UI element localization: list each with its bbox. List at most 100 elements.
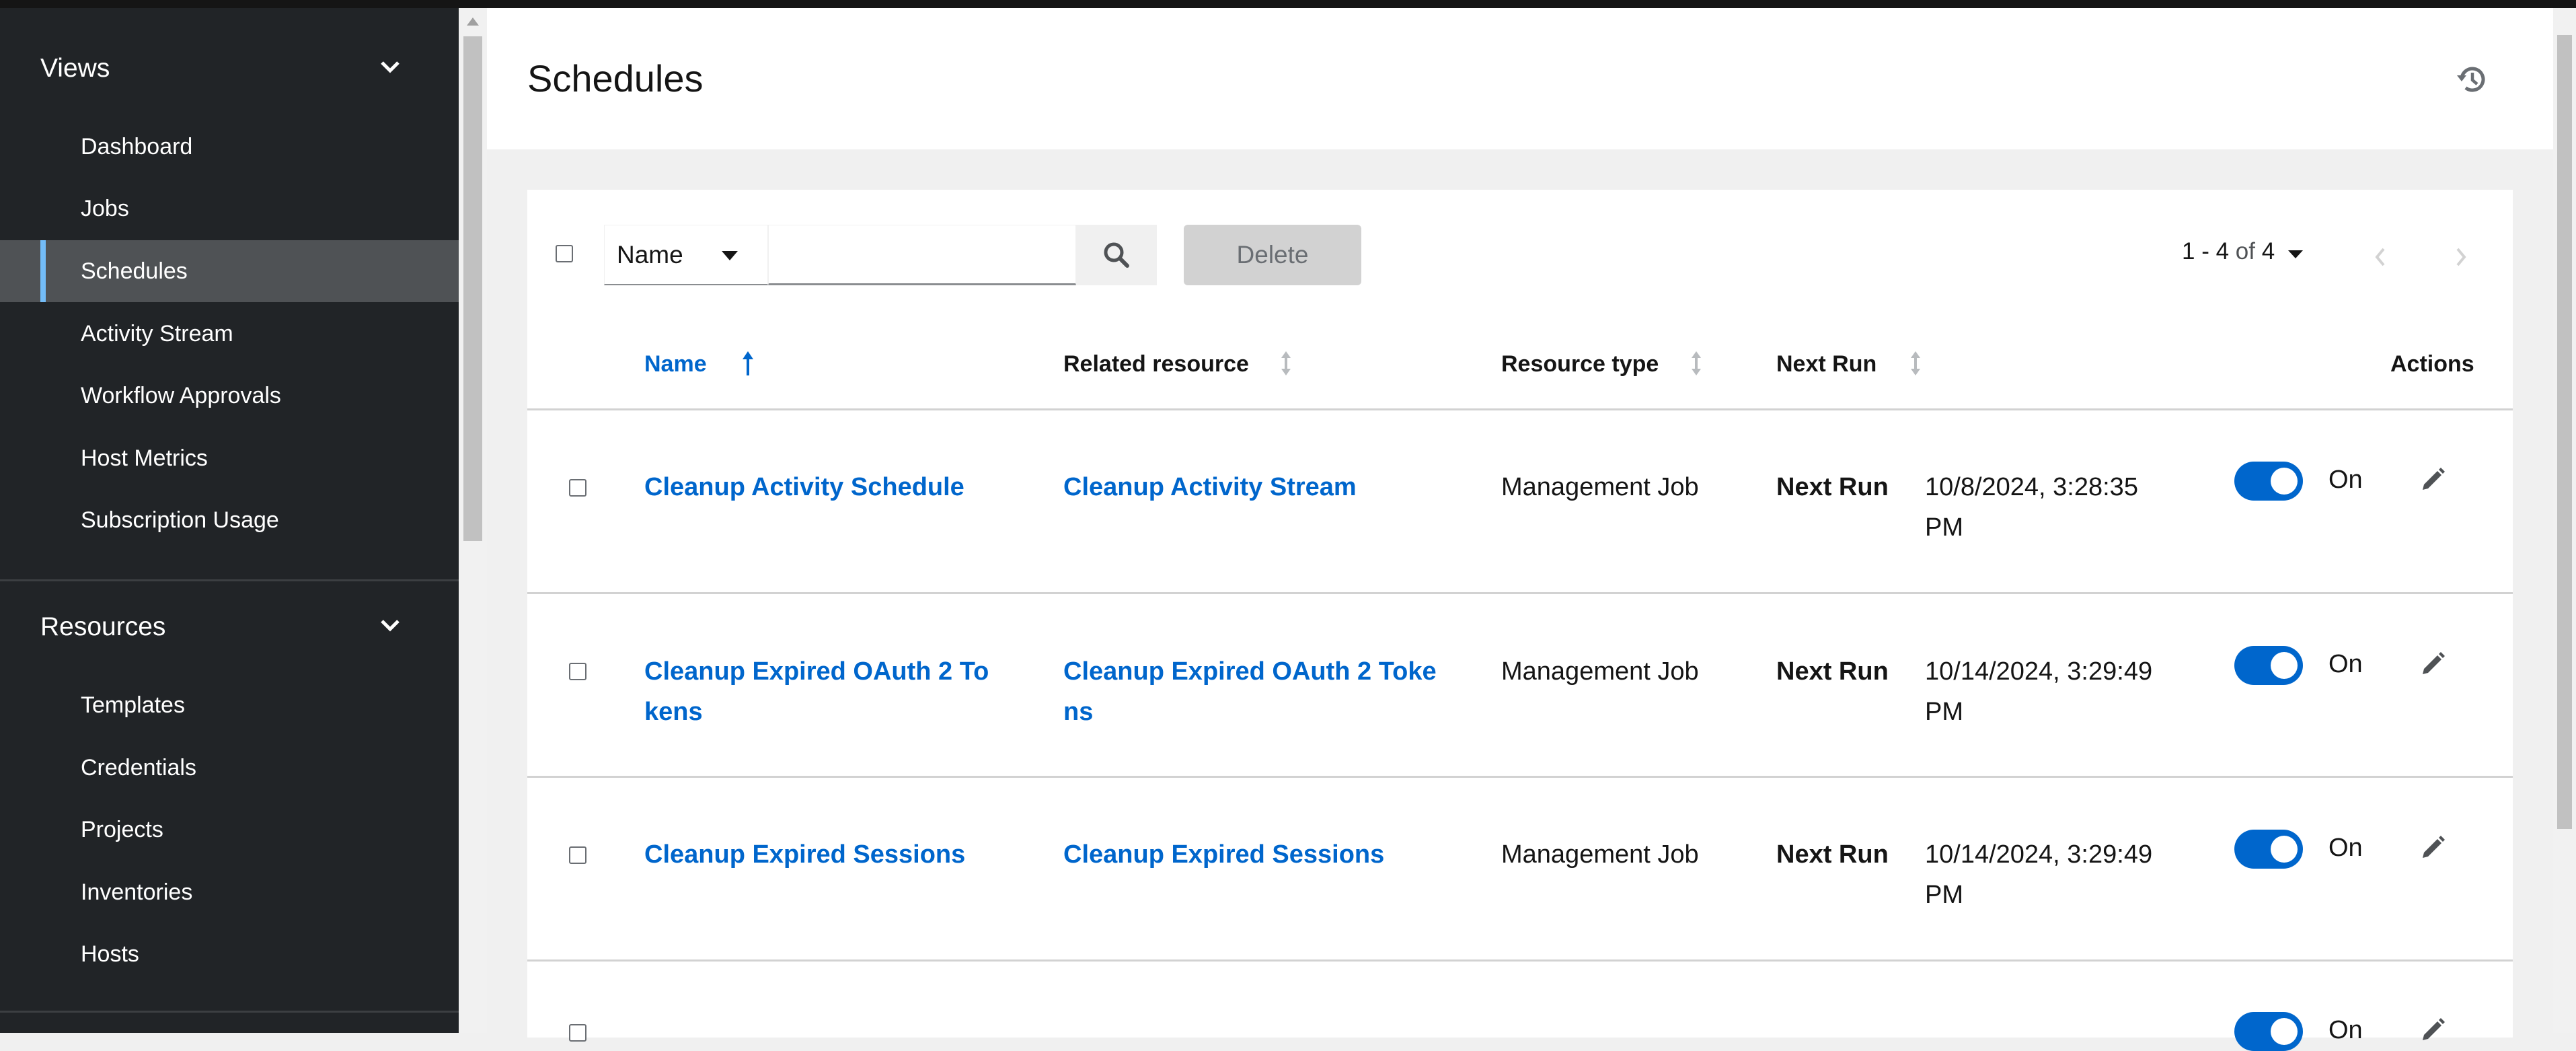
chevron-right-icon[interactable] <box>2451 244 2471 270</box>
pagination-range: 1 - 4 <box>2182 238 2230 264</box>
scrollbar-thumb[interactable] <box>463 36 482 541</box>
schedule-toggle[interactable] <box>2234 830 2303 869</box>
page-header: Schedules <box>487 8 2553 149</box>
page-title: Schedules <box>527 57 704 100</box>
pagination-total: 4 <box>2261 238 2275 264</box>
column-header-resource-type[interactable]: Resource type <box>1501 351 1659 377</box>
schedule-name-link[interactable]: Cleanup Activity Schedule <box>644 467 964 507</box>
related-resource-link[interactable]: Cleanup Expired OAuth 2 Toke <box>1063 651 1437 692</box>
sidebar-item-label: Credentials <box>81 754 196 781</box>
sidebar-item-label: Projects <box>81 816 163 842</box>
nav-divider <box>0 1011 459 1013</box>
pagination-of: of <box>2235 238 2255 264</box>
pencil-icon[interactable] <box>2419 464 2448 494</box>
sidebar-item-workflow-approvals[interactable]: Workflow Approvals <box>0 365 459 427</box>
sidebar-item-schedules[interactable]: Schedules <box>0 240 459 302</box>
next-run-date: 10/14/2024, 3:29:49 <box>1925 840 2153 869</box>
sidebar-item-dashboard[interactable]: Dashboard <box>0 116 459 178</box>
schedule-toggle[interactable] <box>2234 1012 2303 1051</box>
scroll-up-arrow-icon[interactable] <box>467 17 479 26</box>
row-checkbox[interactable] <box>569 663 586 680</box>
next-run-label: Next Run <box>1776 840 1889 869</box>
sidebar-item-hosts[interactable]: Hosts <box>0 923 459 985</box>
related-resource-link[interactable]: Cleanup Activity Stream <box>1063 467 1357 507</box>
toggle-label: On <box>2328 466 2363 494</box>
schedule-toggle[interactable] <box>2234 462 2303 501</box>
sidebar-item-inventories[interactable]: Inventories <box>0 861 459 923</box>
sidebar: Views Dashboard Jobs Schedules Activity … <box>0 8 459 1033</box>
nav-group-label: Views <box>40 54 110 83</box>
caret-down-icon[interactable] <box>2288 250 2303 258</box>
sort-icon[interactable] <box>1688 349 1704 378</box>
sort-ascending-icon[interactable] <box>740 349 756 378</box>
row-checkbox[interactable] <box>569 846 586 864</box>
sidebar-item-label: Jobs <box>81 195 129 221</box>
schedule-name-link[interactable]: Cleanup Expired OAuth 2 To <box>644 651 989 692</box>
sidebar-scrollbar[interactable] <box>459 8 487 1033</box>
related-resource-link[interactable]: Cleanup Expired Sessions <box>1063 834 1384 875</box>
pencil-icon[interactable] <box>2419 1015 2448 1044</box>
column-header-actions: Actions <box>2390 351 2474 377</box>
toggle-label: On <box>2328 1016 2363 1044</box>
top-bar <box>0 0 2576 8</box>
toggle-label: On <box>2328 834 2363 862</box>
search-input[interactable] <box>768 225 1076 285</box>
toggle-knob <box>2271 468 2298 495</box>
sidebar-item-label: Dashboard <box>81 133 193 159</box>
sidebar-item-activity-stream[interactable]: Activity Stream <box>0 303 459 365</box>
filter-select-value: Name <box>617 240 683 268</box>
sort-icon[interactable] <box>1278 349 1294 378</box>
schedules-table-card: Name Delete 1 - 4 of 4 Name Related reso… <box>527 190 2513 1051</box>
resource-type: Management Job <box>1501 473 1699 501</box>
next-run-label: Next Run <box>1776 657 1889 686</box>
sidebar-item-subscription-usage[interactable]: Subscription Usage <box>0 489 459 551</box>
toggle-knob <box>2271 652 2298 679</box>
nav-group-resources[interactable]: Resources <box>0 593 459 661</box>
next-run-date: 10/14/2024, 3:29:49 <box>1925 657 2153 686</box>
sidebar-item-label: Templates <box>81 692 185 718</box>
row-checkbox[interactable] <box>569 1024 586 1042</box>
history-icon[interactable] <box>2454 61 2491 98</box>
next-run-date: PM <box>1925 881 1963 909</box>
schedule-toggle[interactable] <box>2234 646 2303 685</box>
nav-group-views[interactable]: Views <box>0 35 459 102</box>
chevron-left-icon[interactable] <box>2370 244 2390 270</box>
sidebar-item-host-metrics[interactable]: Host Metrics <box>0 427 459 489</box>
row-divider <box>527 776 2513 778</box>
select-all-checkbox[interactable] <box>556 245 573 262</box>
row-divider <box>527 959 2513 962</box>
filter-select[interactable]: Name <box>604 225 768 285</box>
schedule-name-link[interactable]: Cleanup Expired Sessions <box>644 834 965 875</box>
sidebar-item-label: Inventories <box>81 879 193 905</box>
toggle-knob <box>2271 1018 2298 1045</box>
sidebar-item-credentials[interactable]: Credentials <box>0 737 459 799</box>
sidebar-item-label: Schedules <box>81 258 188 284</box>
sort-icon[interactable] <box>1907 349 1924 378</box>
next-run-date: PM <box>1925 513 1963 542</box>
next-run-date: 10/8/2024, 3:28:35 <box>1925 473 2138 501</box>
chevron-down-icon <box>381 620 400 632</box>
row-checkbox[interactable] <box>569 479 586 497</box>
toggle-label: On <box>2328 650 2363 678</box>
column-header-name[interactable]: Name <box>644 351 707 377</box>
column-header-next-run[interactable]: Next Run <box>1776 351 1877 377</box>
resource-type: Management Job <box>1501 657 1699 686</box>
nav-divider <box>0 579 459 581</box>
sidebar-item-projects[interactable]: Projects <box>0 799 459 861</box>
search-button[interactable] <box>1076 225 1157 285</box>
pencil-icon[interactable] <box>2419 649 2448 678</box>
pagination-toggle[interactable]: 1 - 4 of 4 <box>2182 238 2275 265</box>
pencil-icon[interactable] <box>2419 832 2448 862</box>
related-resource-link[interactable]: ns <box>1063 692 1093 732</box>
main-scrollbar[interactable] <box>2553 8 2576 1033</box>
search-icon <box>1104 242 1129 268</box>
sidebar-item-label: Hosts <box>81 941 139 967</box>
toggle-knob <box>2271 836 2298 863</box>
scrollbar-thumb[interactable] <box>2557 35 2572 829</box>
sidebar-item-label: Workflow Approvals <box>81 382 281 408</box>
delete-button[interactable]: Delete <box>1184 225 1361 285</box>
schedule-name-link[interactable]: kens <box>644 692 703 732</box>
sidebar-item-jobs[interactable]: Jobs <box>0 178 459 240</box>
column-header-related-resource[interactable]: Related resource <box>1063 351 1249 377</box>
sidebar-item-templates[interactable]: Templates <box>0 674 459 736</box>
